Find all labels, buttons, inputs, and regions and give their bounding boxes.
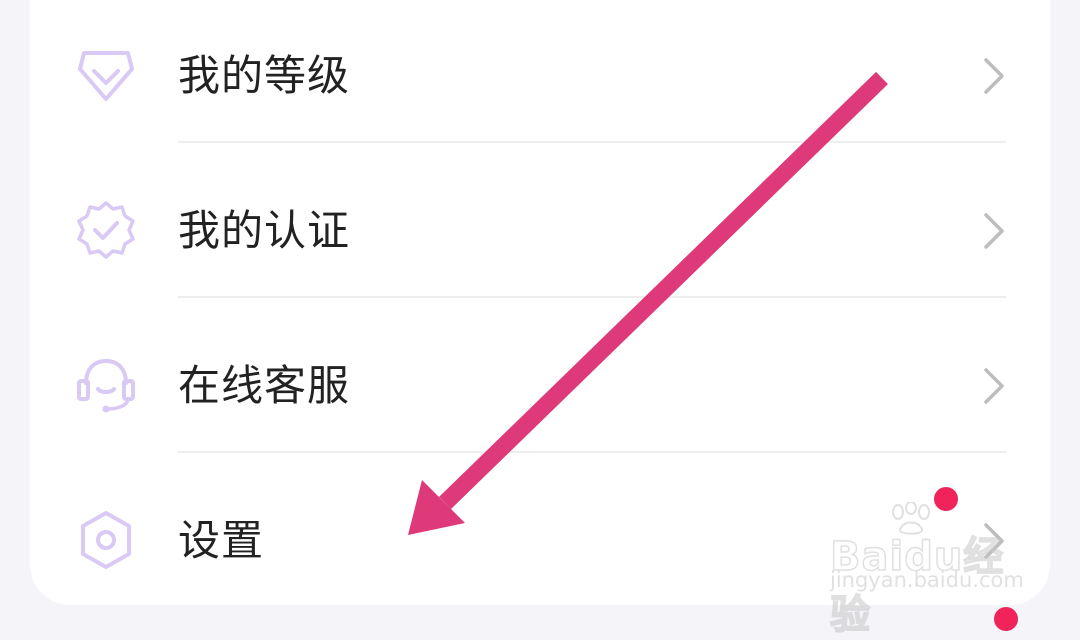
headset-icon <box>77 358 135 413</box>
chevron-right-icon <box>984 368 1004 404</box>
chevron-right-icon <box>984 58 1004 94</box>
menu-item-my-verification[interactable]: 我的认证 <box>30 155 1050 310</box>
watermark-url: jingyan.baidu.com <box>830 568 1024 592</box>
verified-badge-icon <box>77 201 135 259</box>
menu-item-label: 设置 <box>178 516 265 565</box>
menu-item-my-level[interactable]: 我的等级 <box>30 0 1050 155</box>
chevron-right-icon <box>984 213 1004 249</box>
settings-hexagon-icon <box>81 511 131 569</box>
divider <box>178 451 1006 453</box>
menu-item-online-service[interactable]: 在线客服 <box>30 310 1050 465</box>
divider <box>178 296 1006 298</box>
menu-item-label: 在线客服 <box>178 361 351 410</box>
menu-item-label: 我的认证 <box>178 206 351 255</box>
baidu-jingyan-watermark: Baidu经验 jingyan.baidu.com <box>826 502 1036 639</box>
diamond-icon <box>78 51 134 101</box>
divider <box>178 141 1006 143</box>
menu-item-label: 我的等级 <box>178 51 351 100</box>
